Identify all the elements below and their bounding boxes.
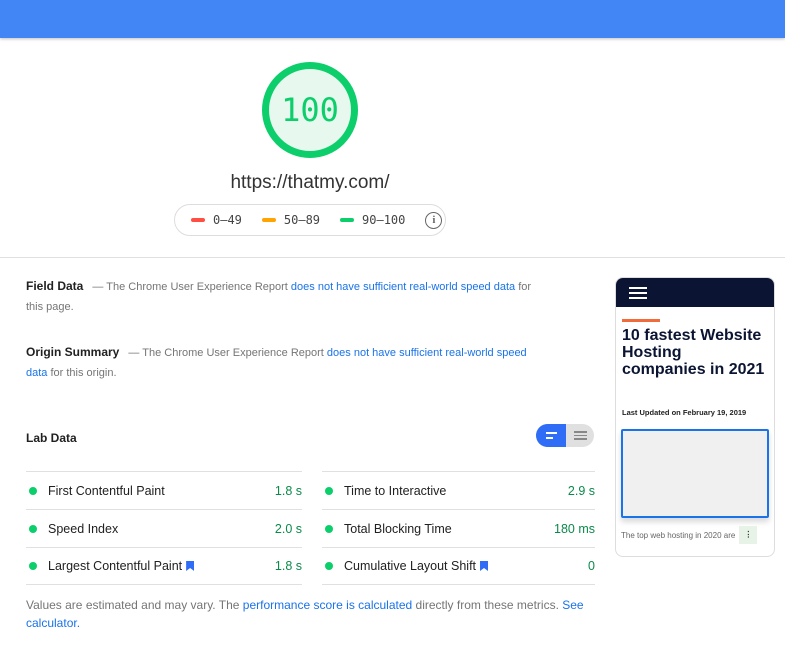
- pass-dot-icon: [29, 562, 37, 570]
- pass-dot-icon: [325, 562, 333, 570]
- origin-summary-text-end: for this origin.: [47, 367, 117, 379]
- legend-fail: 0–49: [191, 213, 242, 227]
- legend-label: 90–100: [362, 213, 406, 227]
- pass-dot-icon: [29, 524, 37, 533]
- origin-summary-title: Origin Summary: [26, 345, 120, 359]
- metric-label: Total Blocking Time: [344, 521, 452, 536]
- more-options-icon: ⋮: [739, 526, 758, 544]
- metric-label: First Contentful Paint: [48, 483, 165, 498]
- metric-value: 2.9 s: [567, 483, 595, 498]
- thumbnail-navbar: [616, 278, 774, 307]
- score-calculated-link[interactable]: performance score is calculated: [243, 598, 412, 612]
- performance-score-gauge: 100: [262, 62, 358, 158]
- metric-value: 180 ms: [554, 521, 595, 536]
- metric-row: Time to Interactive 2.9 s: [322, 471, 595, 509]
- metric-label: Largest Contentful Paint: [48, 559, 183, 573]
- lab-data-title: Lab Data: [26, 431, 77, 445]
- tested-url: https://thatmy.com/: [230, 172, 390, 193]
- metrics-left: First Contentful Paint 1.8 s Speed Index 2…: [26, 471, 302, 585]
- pass-dot-icon: [325, 486, 333, 495]
- field-data-section: Field Data — The Chrome User Experience …: [26, 276, 546, 317]
- metric-label: Time to Interactive: [344, 483, 447, 498]
- metric-row: Largest Contentful Paint 1.8 s: [26, 547, 302, 585]
- thumbnail-image-placeholder: [621, 429, 769, 518]
- metric-value: 2.0 s: [274, 521, 302, 536]
- metric-row: Speed Index 2.0 s: [26, 509, 302, 547]
- origin-summary-text: — The Chrome User Experience Report: [128, 347, 327, 359]
- hamburger-menu-icon: [629, 287, 647, 302]
- metric-row: First Contentful Paint 1.8 s: [26, 471, 302, 509]
- detailed-view-icon[interactable]: [566, 424, 594, 447]
- metric-row: Cumulative Layout Shift 0: [322, 547, 595, 585]
- page-screenshot-thumbnail: 10 fastest Website Hosting companies in …: [615, 277, 775, 557]
- thumbnail-updated: Last Updated on February 19, 2019: [622, 408, 747, 417]
- view-toggle[interactable]: [536, 424, 594, 447]
- pass-dot-icon: [325, 524, 333, 533]
- accent-line: [622, 319, 660, 322]
- bookmark-icon: [186, 561, 195, 571]
- thumbnail-snippet: The top web hosting in 2020 are: [621, 530, 736, 540]
- metric-value: 1.8 s: [274, 559, 302, 573]
- info-icon[interactable]: i: [425, 211, 443, 229]
- field-data-link[interactable]: does not have sufficient real-world spee…: [291, 281, 515, 293]
- top-bar: [0, 0, 785, 38]
- legend-pass: 90–100: [340, 213, 405, 227]
- legend-average: 50–89: [261, 213, 321, 227]
- field-data-title: Field Data: [26, 279, 84, 293]
- metrics-right: Time to Interactive 2.9 s Total Blocking …: [322, 471, 595, 585]
- thumbnail-snippet-row: The top web hosting in 2020 are ⋮: [621, 526, 774, 544]
- average-bar-icon: [261, 218, 276, 222]
- field-data-text: — The Chrome User Experience Report: [92, 281, 291, 293]
- metric-label: Cumulative Layout Shift: [344, 559, 477, 573]
- thumbnail-headline: 10 fastest Website Hosting companies in …: [622, 327, 765, 378]
- metric-row: Total Blocking Time 180 ms: [322, 509, 595, 547]
- score-value: 100: [281, 91, 339, 129]
- footer-note: Values are estimated and may vary. The p…: [26, 596, 586, 632]
- footer-text-mid: directly from these metrics.: [412, 598, 563, 612]
- summary-view-icon[interactable]: [536, 424, 566, 447]
- metric-label: Speed Index: [48, 521, 119, 536]
- score-legend: 0–49 50–89 90–100 i: [174, 204, 446, 236]
- metric-value: 0: [588, 559, 595, 573]
- pass-dot-icon: [29, 486, 37, 495]
- divider: [0, 257, 785, 258]
- legend-label: 0–49: [213, 213, 242, 227]
- fail-bar-icon: [191, 218, 205, 222]
- legend-label: 50–89: [283, 213, 321, 227]
- pass-bar-icon: [340, 218, 355, 222]
- footer-text: Values are estimated and may vary. The: [26, 598, 243, 612]
- bookmark-icon: [480, 561, 489, 571]
- metric-value: 1.8 s: [274, 483, 302, 498]
- origin-summary-section: Origin Summary — The Chrome User Experie…: [26, 342, 546, 383]
